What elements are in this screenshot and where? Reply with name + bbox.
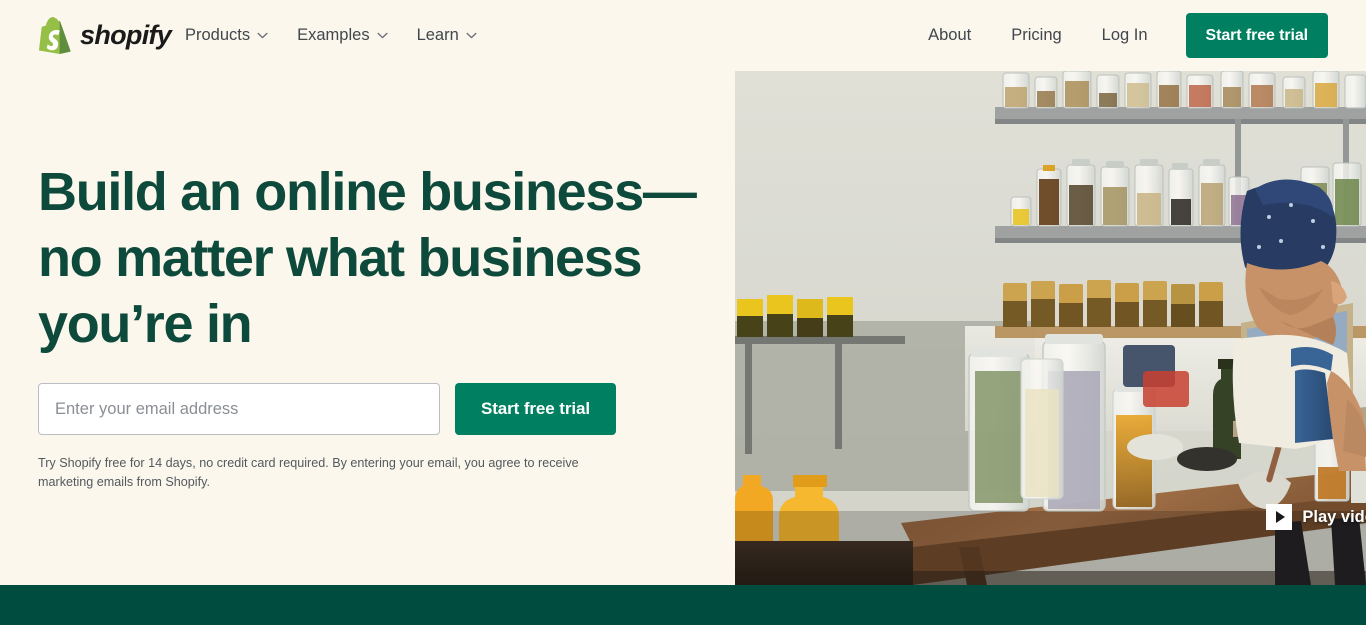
- hero-image: Play video: [735, 71, 1366, 585]
- nav-item-learn-label: Learn: [416, 26, 459, 45]
- page-root: shopify Products Examples Learn About Pr…: [0, 0, 1366, 625]
- nav-link-pricing[interactable]: Pricing: [991, 27, 1081, 44]
- nav-link-login[interactable]: Log In: [1082, 27, 1168, 44]
- nav-item-products[interactable]: Products: [185, 27, 268, 44]
- shopify-bag-icon: [38, 17, 71, 54]
- nav-link-about[interactable]: About: [908, 27, 991, 44]
- bottom-green-band: [0, 585, 1366, 625]
- page-title: Build an online business—no matter what …: [38, 162, 697, 354]
- chevron-down-icon: [466, 32, 477, 39]
- nav-item-examples[interactable]: Examples: [297, 26, 388, 45]
- trial-disclaimer: Try Shopify free for 14 days, no credit …: [38, 456, 579, 490]
- play-triangle-icon: [1266, 504, 1293, 530]
- chevron-down-icon: [257, 32, 268, 39]
- primary-navigation: Products Examples Learn: [185, 0, 477, 71]
- play-video-label: Play video: [1302, 507, 1366, 526]
- shopify-logo[interactable]: shopify: [38, 17, 172, 54]
- site-header: shopify Products Examples Learn About Pr…: [0, 0, 1366, 71]
- nav-item-products-label: Products: [185, 26, 251, 45]
- email-field[interactable]: [38, 383, 440, 435]
- header-start-free-trial-button[interactable]: Start free trial: [1185, 13, 1328, 58]
- secondary-navigation: About Pricing Log In Start free trial: [908, 0, 1328, 71]
- chevron-down-icon: [377, 32, 388, 39]
- hero-copy: Build an online business—no matter what …: [38, 160, 698, 358]
- nav-item-learn[interactable]: Learn: [417, 27, 477, 44]
- shopify-wordmark: shopify: [80, 20, 172, 50]
- hero-start-free-trial-button[interactable]: Start free trial: [455, 383, 616, 435]
- nav-item-examples-label: Examples: [297, 26, 370, 45]
- play-video-button[interactable]: Play video: [1266, 504, 1366, 530]
- trial-signup-form: Start free trial: [38, 383, 616, 435]
